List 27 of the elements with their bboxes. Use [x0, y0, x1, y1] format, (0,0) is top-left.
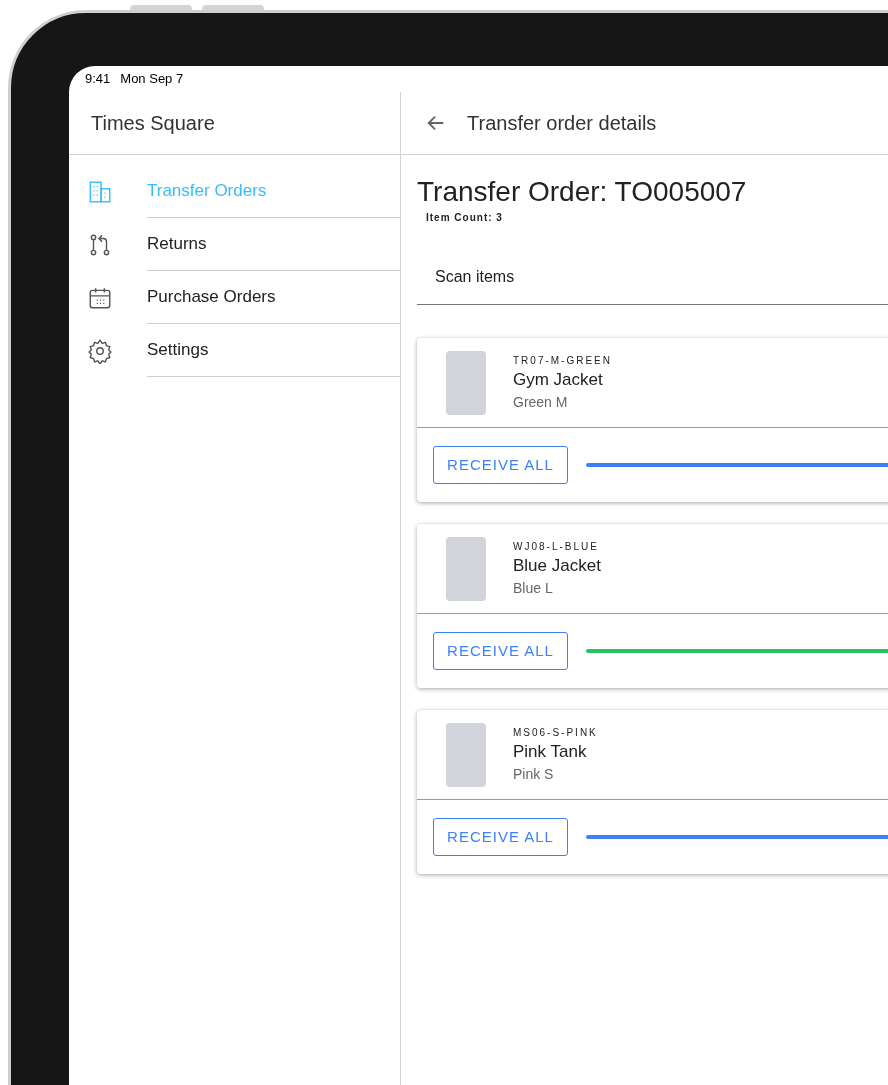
- nav-item[interactable]: Returns: [69, 218, 400, 271]
- item-sku: WJ08-L-BLUE: [513, 539, 600, 554]
- receive-all-button[interactable]: RECEIVE ALL: [433, 818, 568, 856]
- nav-item[interactable]: Purchase Orders: [69, 271, 400, 324]
- item-variant: Pink S: [513, 764, 555, 784]
- item-count: Item Count: 3: [426, 211, 504, 225]
- status-time: 9:41: [85, 70, 111, 89]
- sidebar-title: Times Square: [91, 111, 215, 136]
- photo-placeholder: [446, 536, 486, 601]
- order-title: Transfer Order: TO005007: [417, 175, 748, 209]
- item-name: Pink Tank: [513, 740, 588, 763]
- receive-all-button[interactable]: RECEIVE ALL: [433, 446, 568, 484]
- item-variant: Green M: [513, 392, 569, 412]
- item-name: Blue Jacket: [513, 554, 601, 577]
- item-sku: TR07-M-GREEN: [513, 353, 612, 368]
- nav-item[interactable]: Transfer Orders: [69, 165, 400, 218]
- item-variant: Blue L: [513, 578, 554, 598]
- settings-icon: [87, 337, 113, 364]
- nav-item[interactable]: Settings: [69, 324, 400, 377]
- status-date: Mon Sep 7: [120, 70, 184, 89]
- page-title: Transfer order details: [467, 111, 657, 136]
- photo-placeholder: [446, 722, 486, 787]
- item-name: Gym Jacket: [513, 368, 604, 391]
- scan-field[interactable]: Scan items: [435, 264, 735, 289]
- photo-placeholder: [446, 350, 486, 415]
- item-sku: MS06-S-PINK: [513, 725, 598, 740]
- receive-all-button[interactable]: RECEIVE ALL: [433, 632, 568, 670]
